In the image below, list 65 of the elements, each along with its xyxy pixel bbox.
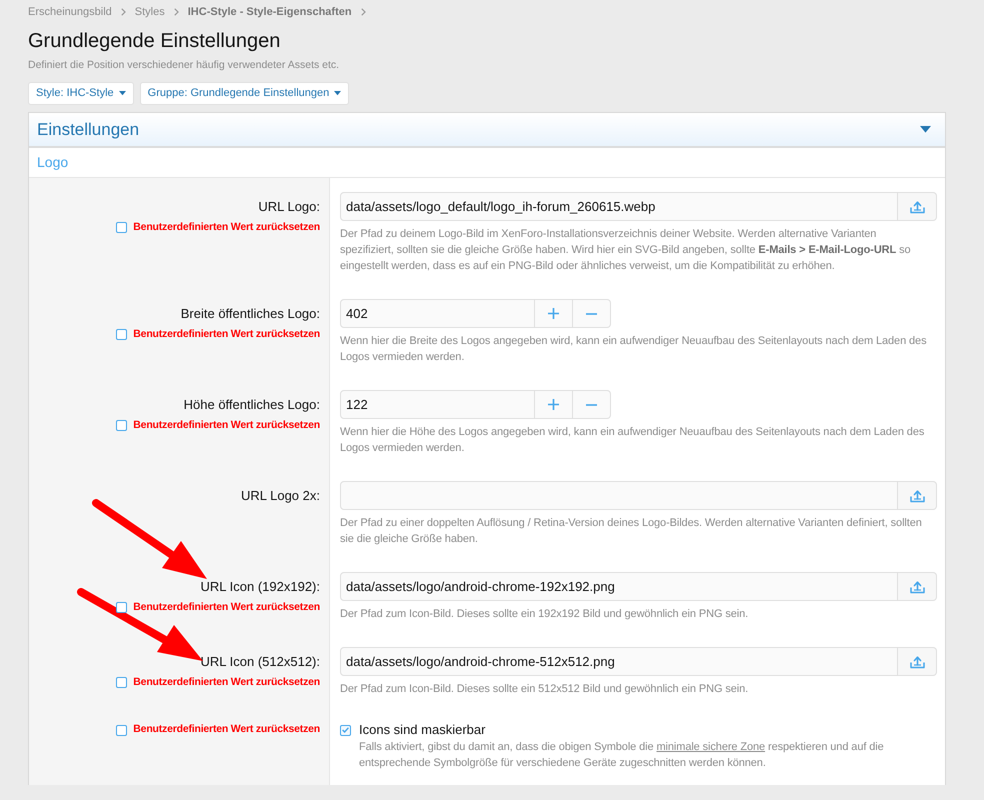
upload-icon xyxy=(910,654,924,668)
page-description: Definiert die Position verschiedener häufig verwendeter Assets etc. xyxy=(28,58,340,72)
breadcrumb-link[interactable]: IHC-Style - Style-Eigenschaften xyxy=(188,4,352,20)
setting-description: Falls aktiviert, gibst du damit an, dass die obigen Symbole die minimale sichere Zone respektieren und auf die entsprechende Symbolgröße für verschiedene Geräte zugeschnitten werden können. xyxy=(359,740,885,771)
reset-checkbox[interactable] xyxy=(116,602,128,613)
filter-dropdown[interactable]: Gruppe: Grundlegende Einstellungen xyxy=(140,82,350,105)
plus-icon xyxy=(548,399,559,410)
reset-checkbox[interactable] xyxy=(116,724,128,736)
path-field[interactable]: data/assets/logo_default/logo_ih-forum_260615.webp xyxy=(340,192,898,221)
reset-checkbox[interactable] xyxy=(116,677,128,688)
minus-icon xyxy=(586,312,597,314)
setting-label: URL Icon (512x512): xyxy=(200,652,320,671)
reset-label[interactable]: Benutzerdefinierten Wert zurücksetzen xyxy=(133,722,320,738)
option-label[interactable]: Icons sind maskierbar xyxy=(359,720,486,740)
setting-description: Der Pfad zu deinem Logo-Bild im XenForo-Installationsverzeichnis deiner Website. Werden alternative Varianten spezifiziert, sollten sie die gleiche Größe haben. Wird hier ein SVG-Bild angeben, sollte E-Mails > E-Mail-Logo-URL so eingestellt werden, dass es auf ein PNG-Bild oder ähnliches verweist, um die Kompatibilität zu erhöhen. xyxy=(340,227,912,274)
setting-description: Der Pfad zum Icon-Bild. Dieses sollte ein 192x192 Bild und gewöhnlich ein PNG sein. xyxy=(340,607,750,622)
breadcrumb-link[interactable]: Styles xyxy=(134,4,165,20)
caret-down-icon xyxy=(334,91,342,96)
upload-button[interactable] xyxy=(898,192,937,221)
chevron-right-icon xyxy=(360,8,366,16)
help-link[interactable]: minimale sichere Zone xyxy=(656,741,766,753)
option-checkbox[interactable] xyxy=(340,724,351,736)
reset-label[interactable]: Benutzerdefinierten Wert zurücksetzen xyxy=(133,418,320,434)
increase-button[interactable] xyxy=(535,299,573,328)
setting-label: URL Logo: xyxy=(258,198,320,216)
page-title: Grundlegende Einstellungen xyxy=(28,29,282,53)
plus-icon xyxy=(548,308,559,319)
reset-label[interactable]: Benutzerdefinierten Wert zurücksetzen xyxy=(133,220,320,236)
panel-title: Einstellungen xyxy=(37,118,140,141)
chevron-right-icon xyxy=(174,8,179,16)
setting-label: Höhe öffentliches Logo: xyxy=(184,396,320,414)
upload-icon xyxy=(910,580,924,594)
reset-label[interactable]: Benutzerdefinierten Wert zurücksetzen xyxy=(133,674,320,690)
upload-icon xyxy=(910,200,924,214)
setting-description: Wenn hier die Höhe des Logos angegeben wird, kann ein aufwendiger Neuaufbau des Seitenlayouts nach dem Laden des Logos vermieden werden. xyxy=(340,425,926,456)
reset-checkbox[interactable] xyxy=(116,222,128,233)
number-field[interactable]: 122 xyxy=(340,390,535,419)
increase-button[interactable] xyxy=(535,390,573,419)
reset-checkbox[interactable] xyxy=(116,420,128,431)
filter-dropdown[interactable]: Style: IHC-Style xyxy=(28,82,134,105)
upload-icon xyxy=(910,488,924,502)
path-field[interactable]: data/assets/logo/android-chrome-192x192.png xyxy=(340,572,898,601)
setting-label: URL Icon (192x192): xyxy=(200,578,320,596)
chevron-right-icon xyxy=(120,8,126,16)
reset-label[interactable]: Benutzerdefinierten Wert zurücksetzen xyxy=(133,326,320,342)
tick-icon xyxy=(342,727,349,733)
decrease-button[interactable] xyxy=(573,299,611,328)
section-title: Logo xyxy=(37,153,68,172)
upload-button[interactable] xyxy=(898,481,937,510)
reset-label[interactable]: Benutzerdefinierten Wert zurücksetzen xyxy=(133,600,320,616)
setting-label: URL Logo 2x: xyxy=(240,486,320,505)
upload-button[interactable] xyxy=(898,572,937,601)
breadcrumb-link[interactable]: Erscheinungsbild xyxy=(28,4,112,20)
setting-description: Wenn hier die Breite des Logos angegeben wird, kann ein aufwendiger Neuaufbau des Seitenlayouts nach dem Laden des Logos vermieden werden. xyxy=(340,334,928,365)
setting-description: Der Pfad zu einer doppelten Auflösung / Retina-Version deines Logo-Bildes. Werden alternative Varianten definiert, sollten sie die gleiche Größe haben. xyxy=(340,516,923,547)
reset-checkbox[interactable] xyxy=(116,329,128,340)
decrease-button[interactable] xyxy=(573,390,611,419)
path-field[interactable]: data/assets/logo/android-chrome-512x512.png xyxy=(340,647,898,676)
upload-button[interactable] xyxy=(898,647,937,676)
setting-label: Breite öffentliches Logo: xyxy=(180,304,320,323)
setting-description: Der Pfad zum Icon-Bild. Dieses sollte ein 512x512 Bild und gewöhnlich ein PNG sein. xyxy=(340,682,750,697)
minus-icon xyxy=(586,404,597,406)
caret-down-icon xyxy=(118,91,126,96)
path-field[interactable] xyxy=(340,481,898,510)
number-field[interactable]: 402 xyxy=(340,299,535,328)
